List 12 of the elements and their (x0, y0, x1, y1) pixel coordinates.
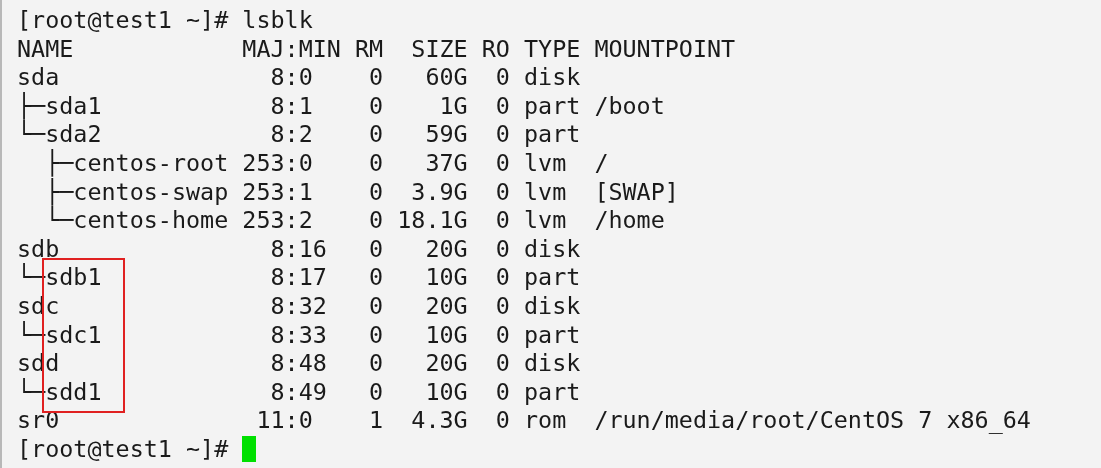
output-line: sdb 8:16 0 20G 0 disk (17, 234, 581, 263)
output-line: └─centos-home 253:2 0 18.1G 0 lvm /home (44, 206, 665, 235)
output-line: ├─centos-swap 253:1 0 3.9G 0 lvm [SWAP] (44, 177, 679, 206)
shell-prompt: [root@test1 ~]# (17, 6, 229, 35)
output-line: └─sda2 8:2 0 59G 0 part (17, 120, 581, 149)
output-line: sda 8:0 0 60G 0 disk (17, 63, 581, 92)
command-text: lsblk (242, 6, 313, 35)
shell-prompt: [root@test1 ~]# (17, 434, 229, 464)
output-line: NAME MAJ:MIN RM SIZE RO TYPE MOUNTPOINT (17, 34, 736, 64)
output-line: ├─centos-root 253:0 0 37G 0 lvm / (44, 148, 609, 178)
block-cursor (242, 436, 257, 463)
output-line: ├─sda1 8:1 0 1G 0 part /boot (17, 91, 665, 120)
